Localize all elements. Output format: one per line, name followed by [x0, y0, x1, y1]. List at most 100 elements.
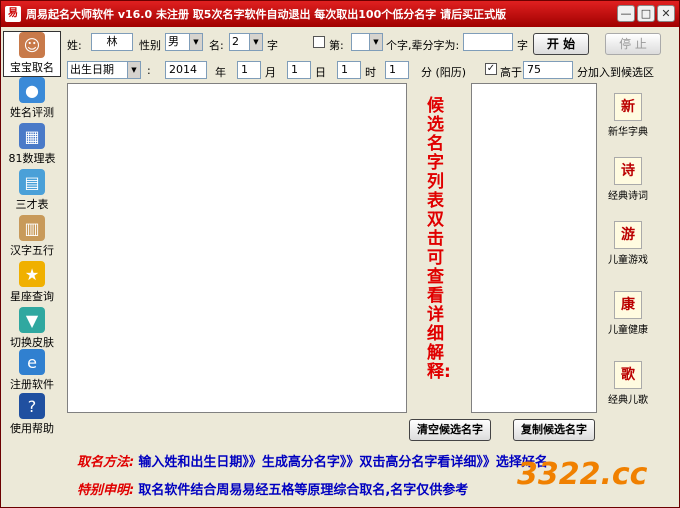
table-icon: ▦	[19, 123, 45, 149]
hour-input[interactable]: 1	[337, 61, 361, 79]
score-input[interactable]: 75	[523, 61, 573, 79]
tool-songs[interactable]: 歌 经典儿歌	[601, 361, 655, 411]
candidate-list[interactable]	[471, 83, 597, 413]
date-colon: :	[147, 64, 151, 77]
song-icon: 歌	[614, 361, 642, 389]
grid-icon: ▤	[19, 169, 45, 195]
tool-label: 经典儿歌	[608, 395, 648, 406]
notice-text: 取名软件结合周易易经五格等原理综合取名,名字仅供参考	[138, 483, 469, 498]
window-title: 周易起名大师软件 v16.0 未注册 取5次名字软件自动退出 每次取出100个低…	[26, 8, 507, 21]
sidebar-item-wuxing[interactable]: ▥ 汉字五行	[3, 215, 61, 261]
name-length-label: 名:	[209, 39, 224, 52]
gender-select[interactable]: 男 ▼	[165, 33, 203, 51]
start-button[interactable]: 开 始	[533, 33, 589, 55]
candidate-hint: 候选名字列表双击可查看详细解释:	[427, 96, 451, 382]
stop-button[interactable]: 停 止	[605, 33, 661, 55]
generation-unit: 字	[517, 39, 528, 52]
minute-input[interactable]: 1	[385, 61, 409, 79]
month-input[interactable]: 1	[237, 61, 261, 79]
baby-icon: ☺	[19, 32, 45, 58]
close-button[interactable]: ✕	[657, 5, 675, 22]
sidebar-item-baby-naming[interactable]: ☺ 宝宝取名	[3, 31, 61, 77]
sidebar-item-label: 姓名评测	[10, 106, 54, 119]
fixed-char-select[interactable]: ▼	[351, 33, 383, 51]
ie-icon: e	[19, 349, 45, 375]
result-list[interactable]	[67, 83, 407, 413]
sidebar-item-constellation[interactable]: ★ 星座查询	[3, 261, 61, 307]
copy-candidates-button[interactable]: 复制候选名字	[513, 419, 595, 441]
sidebar-item-label: 81数理表	[8, 152, 56, 165]
method-label: 取名方法:	[77, 455, 135, 470]
date-type-value: 出生日期	[70, 63, 114, 76]
fixed-char-checkbox[interactable]	[313, 36, 325, 48]
sidebar-item-81-table[interactable]: ▦ 81数理表	[3, 123, 61, 169]
sidebar-item-help[interactable]: ? 使用帮助	[3, 393, 61, 439]
generation-label: 个字,辈分字为:	[386, 39, 460, 52]
minute-unit: 分 (阳历)	[421, 66, 467, 79]
sidebar-item-label: 星座查询	[10, 290, 54, 303]
tool-label: 儿童游戏	[608, 255, 648, 266]
day-unit: 日	[315, 66, 326, 79]
health-icon: 康	[614, 291, 642, 319]
name-length-value: 2	[232, 35, 239, 48]
method-line: 取名方法: 输入姓和出生日期》》生成高分名字》》双击高分名字看详细》》选择好名	[77, 451, 548, 470]
tool-label: 儿童健康	[608, 325, 648, 336]
game-icon: 游	[614, 221, 642, 249]
people-icon: ●	[19, 77, 45, 103]
app-window: 易 周易起名大师软件 v16.0 未注册 取5次名字软件自动退出 每次取出100…	[0, 0, 680, 508]
notice-label: 特别申明:	[77, 483, 135, 498]
month-unit: 月	[265, 66, 276, 79]
score-label: 高于	[500, 66, 522, 79]
name-length-select[interactable]: 2 ▼	[229, 33, 263, 51]
surname-label: 姓:	[67, 39, 82, 52]
fixed-char-label: 第:	[329, 39, 344, 52]
sidebar-item-label: 汉字五行	[10, 244, 54, 257]
minimize-button[interactable]: —	[617, 5, 635, 22]
poem-icon: 诗	[614, 157, 642, 185]
sidebar-item-skin[interactable]: ▼ 切换皮肤	[3, 307, 61, 353]
date-type-select[interactable]: 出生日期 ▼	[67, 61, 141, 79]
surname-input[interactable]: 林	[91, 33, 133, 51]
book-icon: ▥	[19, 215, 45, 241]
tool-label: 经典诗词	[608, 191, 648, 202]
sidebar-item-label: 注册软件	[10, 378, 54, 391]
sidebar-item-label: 三才表	[15, 198, 49, 211]
sidebar-item-label: 使用帮助	[10, 422, 54, 435]
tool-games[interactable]: 游 儿童游戏	[601, 221, 655, 271]
watermark-logo: 3322.cc	[517, 457, 648, 492]
chevron-down-icon: ▼	[249, 34, 262, 50]
year-input[interactable]: 2014	[165, 61, 207, 79]
hour-unit: 时	[365, 66, 376, 79]
chevron-down-icon: ▼	[127, 62, 140, 78]
gender-label: 性别	[139, 39, 161, 52]
left-sidebar: ☺ 宝宝取名 ● 姓名评测 ▦ 81数理表 ▤ 三才表 ▥ 汉字五行 ★ 星座查…	[3, 29, 61, 439]
maximize-button[interactable]: □	[637, 5, 655, 22]
method-text: 输入姓和出生日期》》生成高分名字》》双击高分名字看详细》》选择好名	[138, 455, 548, 470]
tool-label: 新华字典	[608, 127, 648, 138]
day-input[interactable]: 1	[287, 61, 311, 79]
notice-line: 特别申明: 取名软件结合周易易经五格等原理综合取名,名字仅供参考	[77, 479, 468, 498]
sidebar-item-label: 宝宝取名	[10, 61, 54, 74]
year-unit: 年	[215, 66, 226, 79]
help-icon: ?	[19, 393, 45, 419]
shirt-icon: ▼	[19, 307, 45, 333]
score-unit: 分加入到候选区	[577, 66, 654, 79]
dictionary-icon: 新	[614, 93, 642, 121]
tool-health[interactable]: 康 儿童健康	[601, 291, 655, 341]
tool-poems[interactable]: 诗 经典诗词	[601, 157, 655, 207]
app-icon: 易	[5, 6, 21, 22]
sidebar-item-register[interactable]: e 注册软件	[3, 349, 61, 395]
generation-input[interactable]	[463, 33, 513, 51]
star-icon: ★	[19, 261, 45, 287]
sidebar-item-sancai-table[interactable]: ▤ 三才表	[3, 169, 61, 215]
tool-dictionary[interactable]: 新 新华字典	[601, 93, 655, 143]
sidebar-item-name-test[interactable]: ● 姓名评测	[3, 77, 61, 123]
score-checkbox[interactable]: ✓	[485, 63, 497, 75]
title-bar[interactable]: 易 周易起名大师软件 v16.0 未注册 取5次名字软件自动退出 每次取出100…	[1, 1, 679, 27]
clear-candidates-button[interactable]: 清空候选名字	[409, 419, 491, 441]
chevron-down-icon: ▼	[369, 34, 382, 50]
name-length-unit: 字	[267, 39, 278, 52]
sidebar-item-label: 切换皮肤	[10, 336, 54, 349]
chevron-down-icon: ▼	[189, 34, 202, 50]
gender-value: 男	[168, 35, 179, 48]
